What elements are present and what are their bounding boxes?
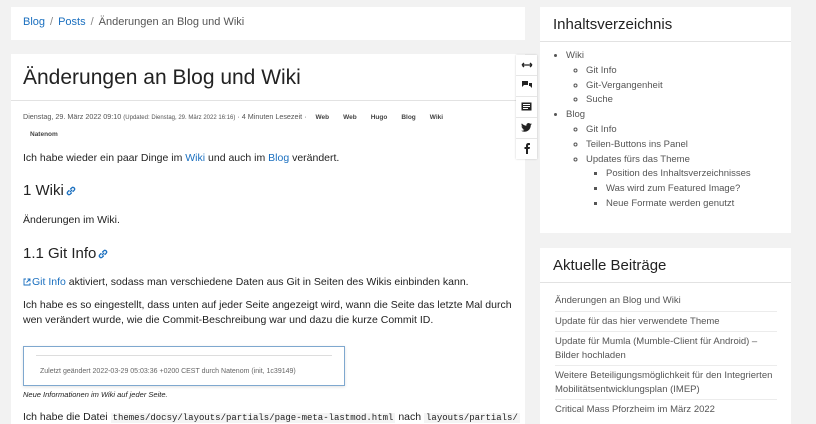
wiki-link[interactable]: Wiki	[185, 152, 205, 164]
intro-paragraph: Ich habe wieder ein paar Dinge im Wiki u…	[23, 152, 340, 165]
blog-link[interactable]: Blog	[268, 152, 289, 164]
toc-item[interactable]: Teilen-Buttons ins Panel	[586, 138, 791, 153]
recent-post-link[interactable]: Critical Mass Pforzheim im März 2022	[555, 400, 777, 420]
toc-title: Inhaltsverzeichnis	[540, 7, 791, 42]
comments-icon	[521, 77, 533, 95]
breadcrumb-separator: /	[50, 16, 54, 28]
lastmod-screenshot: Zuletzt geändert 2022-03-29 05:03:36 +02…	[23, 346, 345, 386]
breadcrumb-posts-link[interactable]: Posts	[58, 16, 86, 28]
tag-blog[interactable]: Blog	[394, 110, 422, 125]
toc-item[interactable]: Blog Git Info Teilen-Buttons ins Panel U…	[566, 108, 791, 212]
file-paragraph: Ich habe die Datei themes/docsy/layouts/…	[23, 411, 520, 423]
article-button[interactable]	[516, 97, 537, 118]
post-meta: Dienstag, 29. März 2022 09:10 (Updated: …	[23, 109, 513, 142]
toc-item[interactable]: Was wird zum Featured Image?	[606, 182, 791, 197]
code-path: layouts/partials/	[424, 413, 520, 423]
article-icon	[521, 98, 532, 116]
screenshot-divider	[36, 355, 332, 356]
post-date: Dienstag, 29. März 2022 09:10	[23, 112, 122, 122]
toc-item[interactable]: Git Info	[586, 64, 791, 79]
tag-web[interactable]: Web	[309, 110, 337, 125]
breadcrumb-current: Änderungen an Blog und Wiki	[98, 16, 245, 28]
twitter-icon	[521, 119, 532, 137]
tag-natenom[interactable]: Natenom	[23, 127, 65, 142]
toc-list: Wiki Git Info Git-Vergangenheit Suche Bl…	[540, 42, 791, 212]
comments-button[interactable]	[516, 76, 537, 97]
facebook-button[interactable]	[516, 139, 537, 160]
heading-wiki: 1 Wiki	[23, 182, 513, 199]
toc-item[interactable]: Position des Inhaltsverzeichnisses	[606, 167, 791, 182]
title-divider	[11, 100, 525, 102]
git-info-paragraph: Git Info aktiviert, sodass man verschied…	[23, 275, 513, 290]
toc-item[interactable]: Wiki Git Info Git-Vergangenheit Suche	[566, 49, 791, 108]
image-caption: Neue Informationen im Wiki auf jeder Sei…	[23, 390, 168, 399]
wiki-paragraph: Änderungen im Wiki.	[23, 214, 120, 227]
link-icon[interactable]	[98, 246, 108, 258]
code-path: themes/docsy/layouts/partials/page-meta-…	[110, 413, 396, 423]
expand-icon	[521, 56, 533, 74]
external-link-icon	[23, 276, 31, 286]
breadcrumb-blog-link[interactable]: Blog	[23, 16, 45, 28]
toc-item[interactable]: Suche	[586, 93, 791, 108]
recent-post-link[interactable]: Weitere Beteiligungsmöglichkeit für den …	[555, 366, 777, 400]
recent-posts-title: Aktuelle Beiträge	[540, 248, 791, 283]
reading-time: · 4 Minuten Lesezeit ·	[237, 112, 307, 122]
facebook-icon	[524, 141, 530, 159]
toc-item[interactable]: Neue Formate werden genutzt	[606, 197, 791, 212]
toc-item[interactable]: Git-Vergangenheit	[586, 79, 791, 94]
recent-post-link[interactable]: Update für das hier verwendete Theme	[555, 312, 777, 332]
tag-wiki[interactable]: Wiki	[423, 110, 450, 125]
screenshot-text: Zuletzt geändert 2022-03-29 05:03:36 +02…	[40, 368, 296, 375]
page-title: Änderungen an Blog und Wiki	[23, 66, 301, 89]
heading-git-info: 1.1 Git Info	[23, 245, 513, 262]
share-bar	[516, 55, 537, 159]
toc-item[interactable]: Git Info	[586, 123, 791, 138]
tag-hugo[interactable]: Hugo	[364, 110, 395, 125]
git-info-link[interactable]: Git Info	[32, 276, 66, 288]
lastmod-paragraph: Ich habe es so eingestellt, dass unten a…	[23, 298, 512, 327]
post-updated: (Updated: Dienstag, 29. März 2022 16:16)	[123, 115, 236, 122]
toc-panel: Inhaltsverzeichnis Wiki Git Info Git-Ver…	[540, 7, 791, 233]
recent-post-link[interactable]: Änderungen an Blog und Wiki	[555, 291, 777, 312]
recent-post-link[interactable]: Update für Mumla (Mumble-Client für Andr…	[555, 332, 777, 366]
tag-web[interactable]: Web	[336, 110, 364, 125]
breadcrumb-separator: /	[90, 16, 94, 28]
breadcrumb: Blog / Posts / Änderungen an Blog und Wiki	[11, 7, 525, 40]
twitter-button[interactable]	[516, 118, 537, 139]
recent-posts-list: Änderungen an Blog und Wiki Update für d…	[540, 283, 791, 420]
toc-item[interactable]: Updates fürs das Theme Position des Inha…	[586, 153, 791, 212]
expand-button[interactable]	[516, 55, 537, 76]
link-icon[interactable]	[66, 183, 76, 196]
recent-posts-panel: Aktuelle Beiträge Änderungen an Blog und…	[540, 248, 791, 424]
